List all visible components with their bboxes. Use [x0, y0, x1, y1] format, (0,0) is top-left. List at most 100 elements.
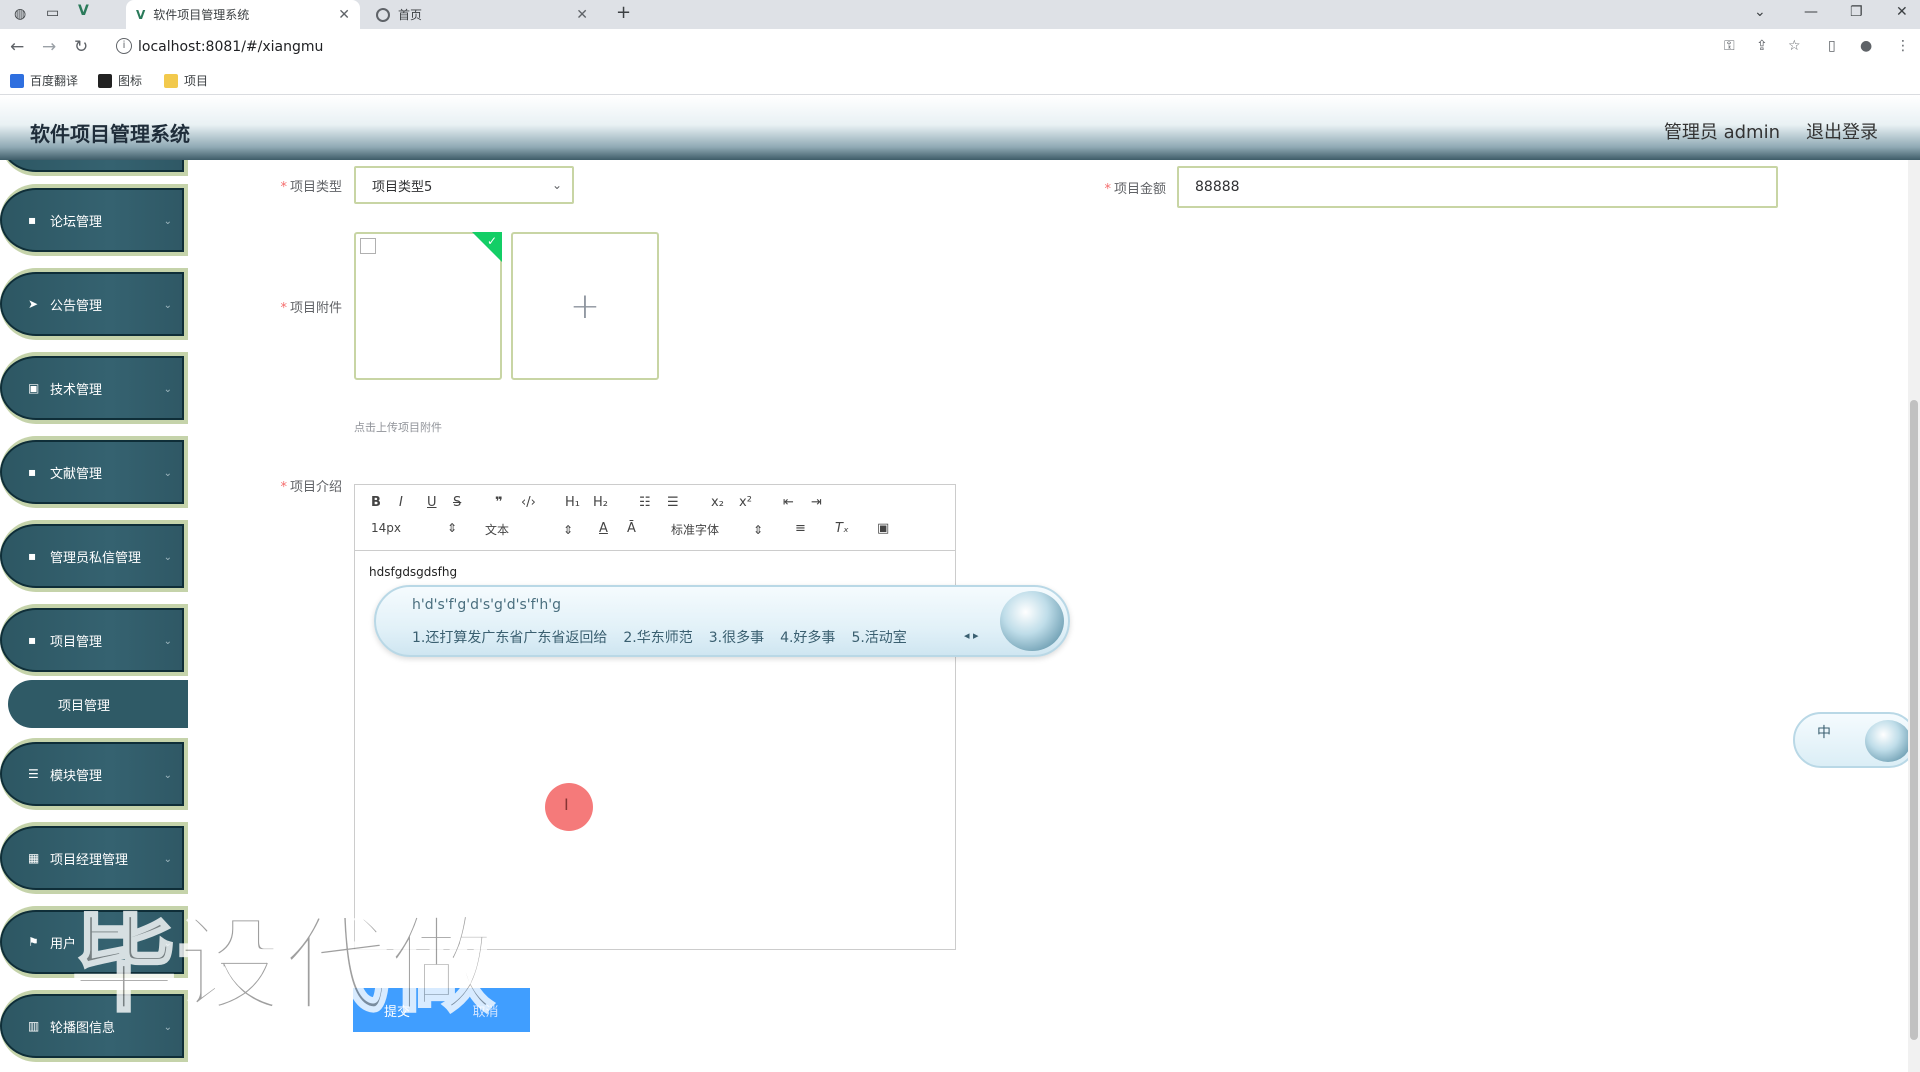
forward-icon[interactable]: → — [42, 37, 56, 57]
url-field[interactable]: i localhost:8081/#/xiangmu — [112, 35, 1772, 59]
heading2-icon[interactable]: H₂ — [593, 495, 608, 510]
back-icon[interactable]: ← — [10, 37, 24, 57]
font-size-select[interactable]: 14px ⇕ — [371, 521, 457, 535]
ime-candidate-window: h'd's'f'g'd's'g'd's'f'h'g 1.还打算发广东省广东省返回… — [374, 585, 1070, 657]
close-window-icon[interactable]: ✕ — [1896, 4, 1908, 20]
sidebar-item-module[interactable]: ☰ 模块管理 ⌄ — [0, 738, 188, 810]
globe-icon[interactable]: ◍ — [14, 6, 26, 22]
watermark: 毕设代做 — [70, 903, 497, 1028]
flag-icon — [98, 73, 112, 88]
reload-icon[interactable]: ↻ — [74, 37, 88, 57]
chevron-down-icon[interactable]: ⌄ — [1754, 4, 1766, 20]
ime-page-arrows-icon[interactable]: ◂ ▸ — [964, 629, 979, 642]
bookmark-project[interactable]: 项目 — [164, 72, 208, 89]
star-icon[interactable]: ☆ — [1788, 38, 1801, 54]
minimize-icon[interactable]: — — [1804, 4, 1818, 20]
translate-icon — [10, 73, 24, 88]
vue-icon[interactable]: V — [78, 3, 89, 19]
folder-icon — [164, 73, 178, 88]
image-icon[interactable]: ▣ — [877, 521, 889, 536]
ime-candidate[interactable]: 3.很多事 — [709, 630, 764, 646]
sidebar-item-partial[interactable] — [0, 160, 188, 176]
subscript-icon[interactable]: x₂ — [711, 495, 724, 510]
bold-icon[interactable]: B — [371, 495, 381, 510]
outdent-icon[interactable]: ⇤ — [783, 495, 794, 510]
font-color-icon[interactable]: A — [599, 521, 608, 536]
sidebar-item-tech[interactable]: ▣ 技术管理 ⌄ — [0, 352, 188, 424]
chevron-down-icon: ⌄ — [163, 636, 172, 647]
info-icon[interactable]: i — [116, 38, 132, 54]
submenu-item-project[interactable]: 项目管理 — [8, 680, 188, 728]
grid-icon: ▪ — [28, 549, 37, 563]
underline-icon[interactable]: U — [427, 495, 437, 510]
chevron-down-icon: ⌄ — [163, 384, 172, 395]
sidebar-item-label: 项目经理管理 — [50, 852, 129, 868]
scrollbar-thumb[interactable] — [1910, 400, 1918, 1040]
ime-candidate[interactable]: 4.好多事 — [780, 630, 835, 646]
chevron-down-icon: ⌄ — [163, 552, 172, 563]
profile-icon[interactable]: ● — [1860, 38, 1872, 54]
ime-candidate[interactable]: 1.还打算发广东省广东省返回给 — [412, 630, 607, 646]
background-color-icon[interactable]: Ā — [627, 521, 636, 536]
heading1-icon[interactable]: H₁ — [565, 495, 580, 510]
grid-icon: ▦ — [28, 851, 40, 865]
sidepanel-icon[interactable]: ▯ — [1828, 38, 1836, 54]
bookmark-icons[interactable]: 图标 — [98, 72, 142, 89]
amount-input[interactable]: 88888 — [1177, 166, 1778, 208]
sidebar-item-literature[interactable]: ▪ 文献管理 ⌄ — [0, 436, 188, 508]
ime-candidate[interactable]: 5.活动室 — [851, 630, 906, 646]
ime-skin-orb — [1865, 720, 1911, 762]
blank-tab-icon[interactable]: ▭ — [46, 5, 59, 21]
sidebar-item-project[interactable]: ▪ 项目管理 ⌄ — [0, 604, 188, 676]
sidebar-item-forum[interactable]: ▪ 论坛管理 ⌄ — [0, 184, 188, 256]
bookmark-baidu-translate[interactable]: 百度翻译 — [10, 72, 78, 89]
quote-icon[interactable]: ❞ — [495, 495, 503, 510]
strikethrough-icon[interactable]: S — [453, 495, 461, 510]
sidebar-item-label: 管理员私信管理 — [50, 550, 142, 566]
url-text: localhost:8081/#/xiangmu — [138, 39, 324, 55]
close-icon[interactable]: ✕ — [338, 7, 350, 23]
block-type-select[interactable]: 文本 ⇕ — [485, 521, 573, 538]
upload-button[interactable]: + — [511, 232, 659, 380]
select-value: 项目类型5 — [372, 179, 433, 195]
ime-status-bar[interactable]: 中 — [1793, 712, 1917, 768]
new-tab-button[interactable]: + — [616, 2, 631, 23]
clipboard-icon: ▣ — [28, 381, 40, 395]
app-header: 软件项目管理系统 管理员 admin 退出登录 — [0, 96, 1920, 160]
editor-content[interactable]: hdsfgdsgdsfhg — [369, 565, 457, 579]
tab-home[interactable]: 首页 ✕ — [364, 0, 598, 29]
tab-active[interactable]: V 软件项目管理系统 ✕ — [126, 0, 360, 29]
bullet-list-icon[interactable]: ☰ — [667, 495, 679, 510]
font-family-select[interactable]: 标准字体 ⇕ — [671, 521, 763, 538]
chevron-down-icon: ⌄ — [163, 770, 172, 781]
close-icon[interactable]: ✕ — [576, 7, 588, 23]
uploaded-file-card[interactable]: ✓ — [354, 232, 502, 380]
ime-candidate[interactable]: 2.华东师范 — [623, 630, 692, 646]
bookmark-label: 图标 — [118, 74, 143, 88]
broken-image-icon — [360, 238, 376, 254]
ordered-list-icon[interactable]: ☷ — [639, 495, 651, 510]
chevron-down-icon: ⌄ — [163, 300, 172, 311]
page-scrollbar[interactable] — [1908, 160, 1920, 1072]
restore-icon[interactable]: ❐ — [1850, 4, 1863, 20]
indent-icon[interactable]: ⇥ — [811, 495, 822, 510]
sidebar-item-notice[interactable]: ➤ 公告管理 ⌄ — [0, 268, 188, 340]
key-icon[interactable]: ⚿ — [1724, 38, 1735, 54]
share-icon[interactable]: ⇪ — [1756, 38, 1768, 54]
clear-format-icon[interactable]: Tₓ — [835, 521, 849, 536]
list-icon: ☰ — [28, 767, 39, 781]
chevron-down-icon: ⌄ — [163, 216, 172, 227]
code-icon[interactable]: ‹/› — [521, 495, 536, 510]
project-type-select[interactable]: 项目类型5 ⌄ — [354, 166, 574, 204]
sidebar-item-label: 项目管理 — [50, 634, 103, 650]
superscript-icon[interactable]: x² — [739, 495, 752, 510]
menu-dots-icon[interactable]: ⋮ — [1896, 38, 1910, 54]
align-icon[interactable]: ≡ — [795, 521, 806, 536]
browser-tab-strip: ◍ ▭ V V 软件项目管理系统 ✕ 首页 ✕ + ⌄ — ❐ ✕ — [0, 0, 1920, 29]
logout-link[interactable]: 退出登录 — [1806, 118, 1878, 144]
sidebar-item-label: 文献管理 — [50, 466, 103, 482]
italic-icon[interactable]: I — [399, 495, 403, 510]
sidebar-item-admin-messages[interactable]: ▪ 管理员私信管理 ⌄ — [0, 520, 188, 592]
app-title: 软件项目管理系统 — [30, 122, 190, 146]
upload-tip: 点击上传项目附件 — [354, 421, 442, 434]
